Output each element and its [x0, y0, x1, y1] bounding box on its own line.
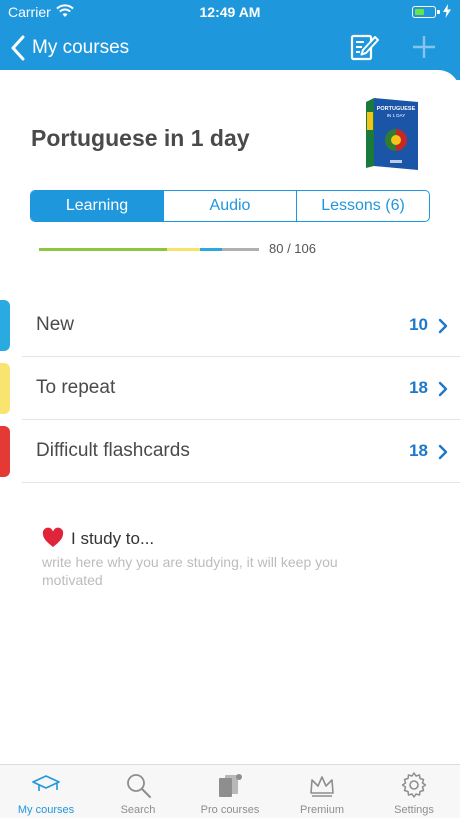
divider: [22, 482, 460, 483]
flashcard-categories: New 10 To repeat 18 Difficult flashcards 18: [0, 294, 460, 483]
progress-segment: [39, 248, 167, 251]
tabbar-item-label: Settings: [394, 804, 434, 816]
tab-audio[interactable]: Audio: [163, 191, 296, 221]
progress-segment: [166, 248, 200, 251]
tabbar-item-label: My courses: [17, 804, 75, 816]
tabbar-item-settings[interactable]: Settings: [368, 765, 460, 818]
list-item-label: To repeat: [36, 377, 116, 398]
course-cover-image: PORTUGUESE IN 1 DAY: [366, 98, 418, 170]
study-goal-input[interactable]: write here why you are studying, it will…: [42, 553, 372, 589]
cards-icon: [219, 774, 242, 797]
chevron-right-icon: [438, 444, 448, 460]
study-goal-title: I study to...: [71, 529, 155, 548]
graduation-cap-icon: [32, 775, 60, 791]
list-item[interactable]: To repeat 18: [0, 357, 460, 420]
course-title: Portuguese in 1 day: [31, 125, 250, 151]
gear-icon: [401, 772, 427, 798]
status-bar: Carrier 12:49 AM: [0, 0, 460, 24]
category-color-bar: [0, 300, 10, 351]
tab-lessons-6[interactable]: Lessons (6): [296, 191, 429, 221]
bolt-icon: [443, 4, 451, 18]
back-button[interactable]: My courses: [10, 32, 129, 64]
list-item-label: New: [36, 314, 75, 335]
progress-segment: [221, 248, 259, 251]
progress-segment: [199, 248, 222, 251]
category-color-bar: [0, 363, 10, 414]
crown-icon: [310, 776, 334, 797]
back-button-label: My courses: [32, 37, 130, 58]
plus-icon[interactable]: [410, 33, 438, 61]
app-header: Carrier 12:49 AM My courses: [0, 0, 460, 80]
tabbar-item-premium[interactable]: Premium: [276, 765, 368, 818]
cover-title-line1: PORTUGUESE: [377, 106, 416, 112]
cover-title-line2: IN 1 DAY: [387, 113, 405, 118]
tab-bar: My courses Search Pro courses Premium Settin…: [0, 764, 460, 818]
category-color-bar: [0, 426, 10, 477]
tabbar-item-my-courses[interactable]: My courses: [0, 765, 92, 818]
status-time: 12:49 AM: [199, 4, 261, 20]
progress-bar: [39, 248, 259, 251]
list-item-label: Difficult flashcards: [36, 440, 190, 461]
list-item-count: 18: [409, 441, 428, 460]
chevron-right-icon: [438, 381, 448, 397]
tabbar-item-label: Premium: [299, 804, 344, 816]
heart-icon: [42, 527, 64, 547]
tabbar-item-search[interactable]: Search: [92, 765, 184, 818]
segmented-tabs: Learning Audio Lessons (6): [30, 190, 430, 222]
progress-count: 80 / 106: [269, 241, 316, 256]
tabbar-item-label: Search: [120, 804, 156, 816]
chevron-right-icon: [438, 318, 448, 334]
tabbar-item-pro-courses[interactable]: Pro courses: [184, 765, 276, 818]
list-item-count: 10: [409, 315, 428, 334]
search-icon: [127, 774, 151, 798]
battery-icon: [412, 6, 440, 18]
tabbar-item-label: Pro courses: [200, 804, 260, 816]
edit-note-icon[interactable]: [349, 32, 379, 62]
list-item[interactable]: Difficult flashcards 18: [0, 420, 460, 483]
list-item[interactable]: New 10: [0, 294, 460, 357]
navigation-bar: My courses: [0, 30, 460, 66]
chevron-left-icon: [11, 35, 25, 61]
tab-learning[interactable]: Learning: [31, 191, 163, 221]
list-item-count: 18: [409, 378, 428, 397]
